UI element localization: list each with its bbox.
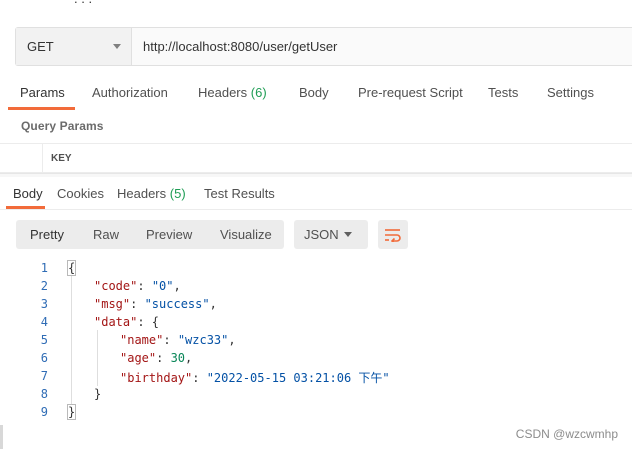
tab-label: Pre-request Script [358,85,463,100]
method-select[interactable]: GET [16,28,132,65]
response-tabs-divider [0,209,632,210]
json-value: "2022-05-15 03:21:06 下午" [206,371,390,385]
code-line: "code": "0", [94,279,181,293]
response-tab-headers[interactable]: Headers (5) [117,186,186,201]
json-value: "wzc33" [177,333,229,347]
tab-label: Headers [117,186,167,201]
json-key: "age" [120,351,157,365]
response-tab-body[interactable]: Body [13,186,43,201]
key-column-header: KEY [51,153,72,164]
view-mode-group: Pretty Raw Preview Visualize [16,220,284,249]
tab-body[interactable]: Body [299,85,329,100]
watermark: CSDN @wzcwmhp [515,427,618,441]
column-divider [42,144,43,173]
pretty-button[interactable]: Pretty [30,227,64,242]
tab-label: Cookies [57,186,104,201]
indent-guide [97,330,98,386]
json-key: "msg" [94,297,131,311]
visualize-button[interactable]: Visualize [220,227,272,242]
chevron-down-icon [344,232,352,237]
preview-button[interactable]: Preview [146,227,192,242]
json-key: "data" [94,315,138,329]
response-pane-divider[interactable] [0,173,632,177]
json-value: 30 [170,351,186,365]
tab-label: Settings [547,85,594,100]
line-number: 9 [40,405,48,419]
tab-authorization[interactable]: Authorization [92,85,168,100]
query-params-table: KEY [0,143,632,173]
url-text: http://localhost:8080/user/getUser [143,39,338,54]
response-tab-test-results[interactable]: Test Results [204,186,275,201]
line-number: 6 [40,351,48,365]
headers-count-badge: (6) [250,85,267,100]
tab-settings[interactable]: Settings [547,85,594,100]
clipped-request-name: . . . [0,0,632,8]
format-select[interactable]: JSON [294,220,368,249]
code-line: { [66,260,77,276]
wrap-lines-button[interactable] [378,220,408,249]
headers-count-badge: (5) [169,186,186,201]
code-line: "name": "wzc33", [120,333,236,347]
code-line: "age": 30, [120,351,193,365]
code-line: } [94,387,102,401]
json-value: "success" [144,297,210,311]
tab-tests[interactable]: Tests [488,85,518,100]
code-line: "birthday": "2022-05-15 03:21:06 下午" [120,371,390,385]
tab-label: Test Results [204,186,275,201]
tab-label: Authorization [92,85,168,100]
json-key: "birthday" [120,371,193,385]
line-number: 5 [40,333,48,347]
wrap-lines-icon [385,228,401,242]
line-number: 8 [40,387,48,401]
url-input[interactable]: http://localhost:8080/user/getUser [132,28,632,65]
code-line: } [66,404,77,420]
tab-label: Body [13,186,43,201]
request-tabs: Params Authorization Headers (6) Body Pr… [8,80,632,110]
tab-label: Body [299,85,329,100]
response-body-viewer[interactable]: 1 2 3 4 5 6 7 8 9 { "code": "0", "msg": … [0,258,632,428]
tab-label: Tests [488,85,519,100]
chevron-down-icon [113,44,121,49]
format-label: JSON [304,227,339,242]
code-line: "data": { [94,315,160,329]
json-key: "code" [94,279,138,293]
method-label: GET [27,39,54,54]
json-value: "0" [151,279,174,293]
tab-params[interactable]: Params [20,85,65,100]
response-tab-cookies[interactable]: Cookies [57,186,104,201]
line-number: 7 [40,369,48,383]
json-key: "name" [120,333,164,347]
line-number: 1 [40,261,48,275]
tab-headers[interactable]: Headers (6) [198,85,267,100]
line-number: 4 [40,315,48,329]
line-number: 2 [40,279,48,293]
tab-label: Headers [198,85,248,100]
code-line: "msg": "success", [94,297,217,311]
tab-label: Params [20,85,65,100]
active-tab-indicator [8,107,75,110]
line-number: 3 [40,297,48,311]
request-bar: GET http://localhost:8080/user/getUser [15,27,632,66]
tab-pre-request-script[interactable]: Pre-request Script [358,85,463,100]
raw-button[interactable]: Raw [93,227,119,242]
indent-guide [71,276,72,404]
query-params-title: Query Params [21,119,104,133]
scroll-edge [0,425,3,449]
